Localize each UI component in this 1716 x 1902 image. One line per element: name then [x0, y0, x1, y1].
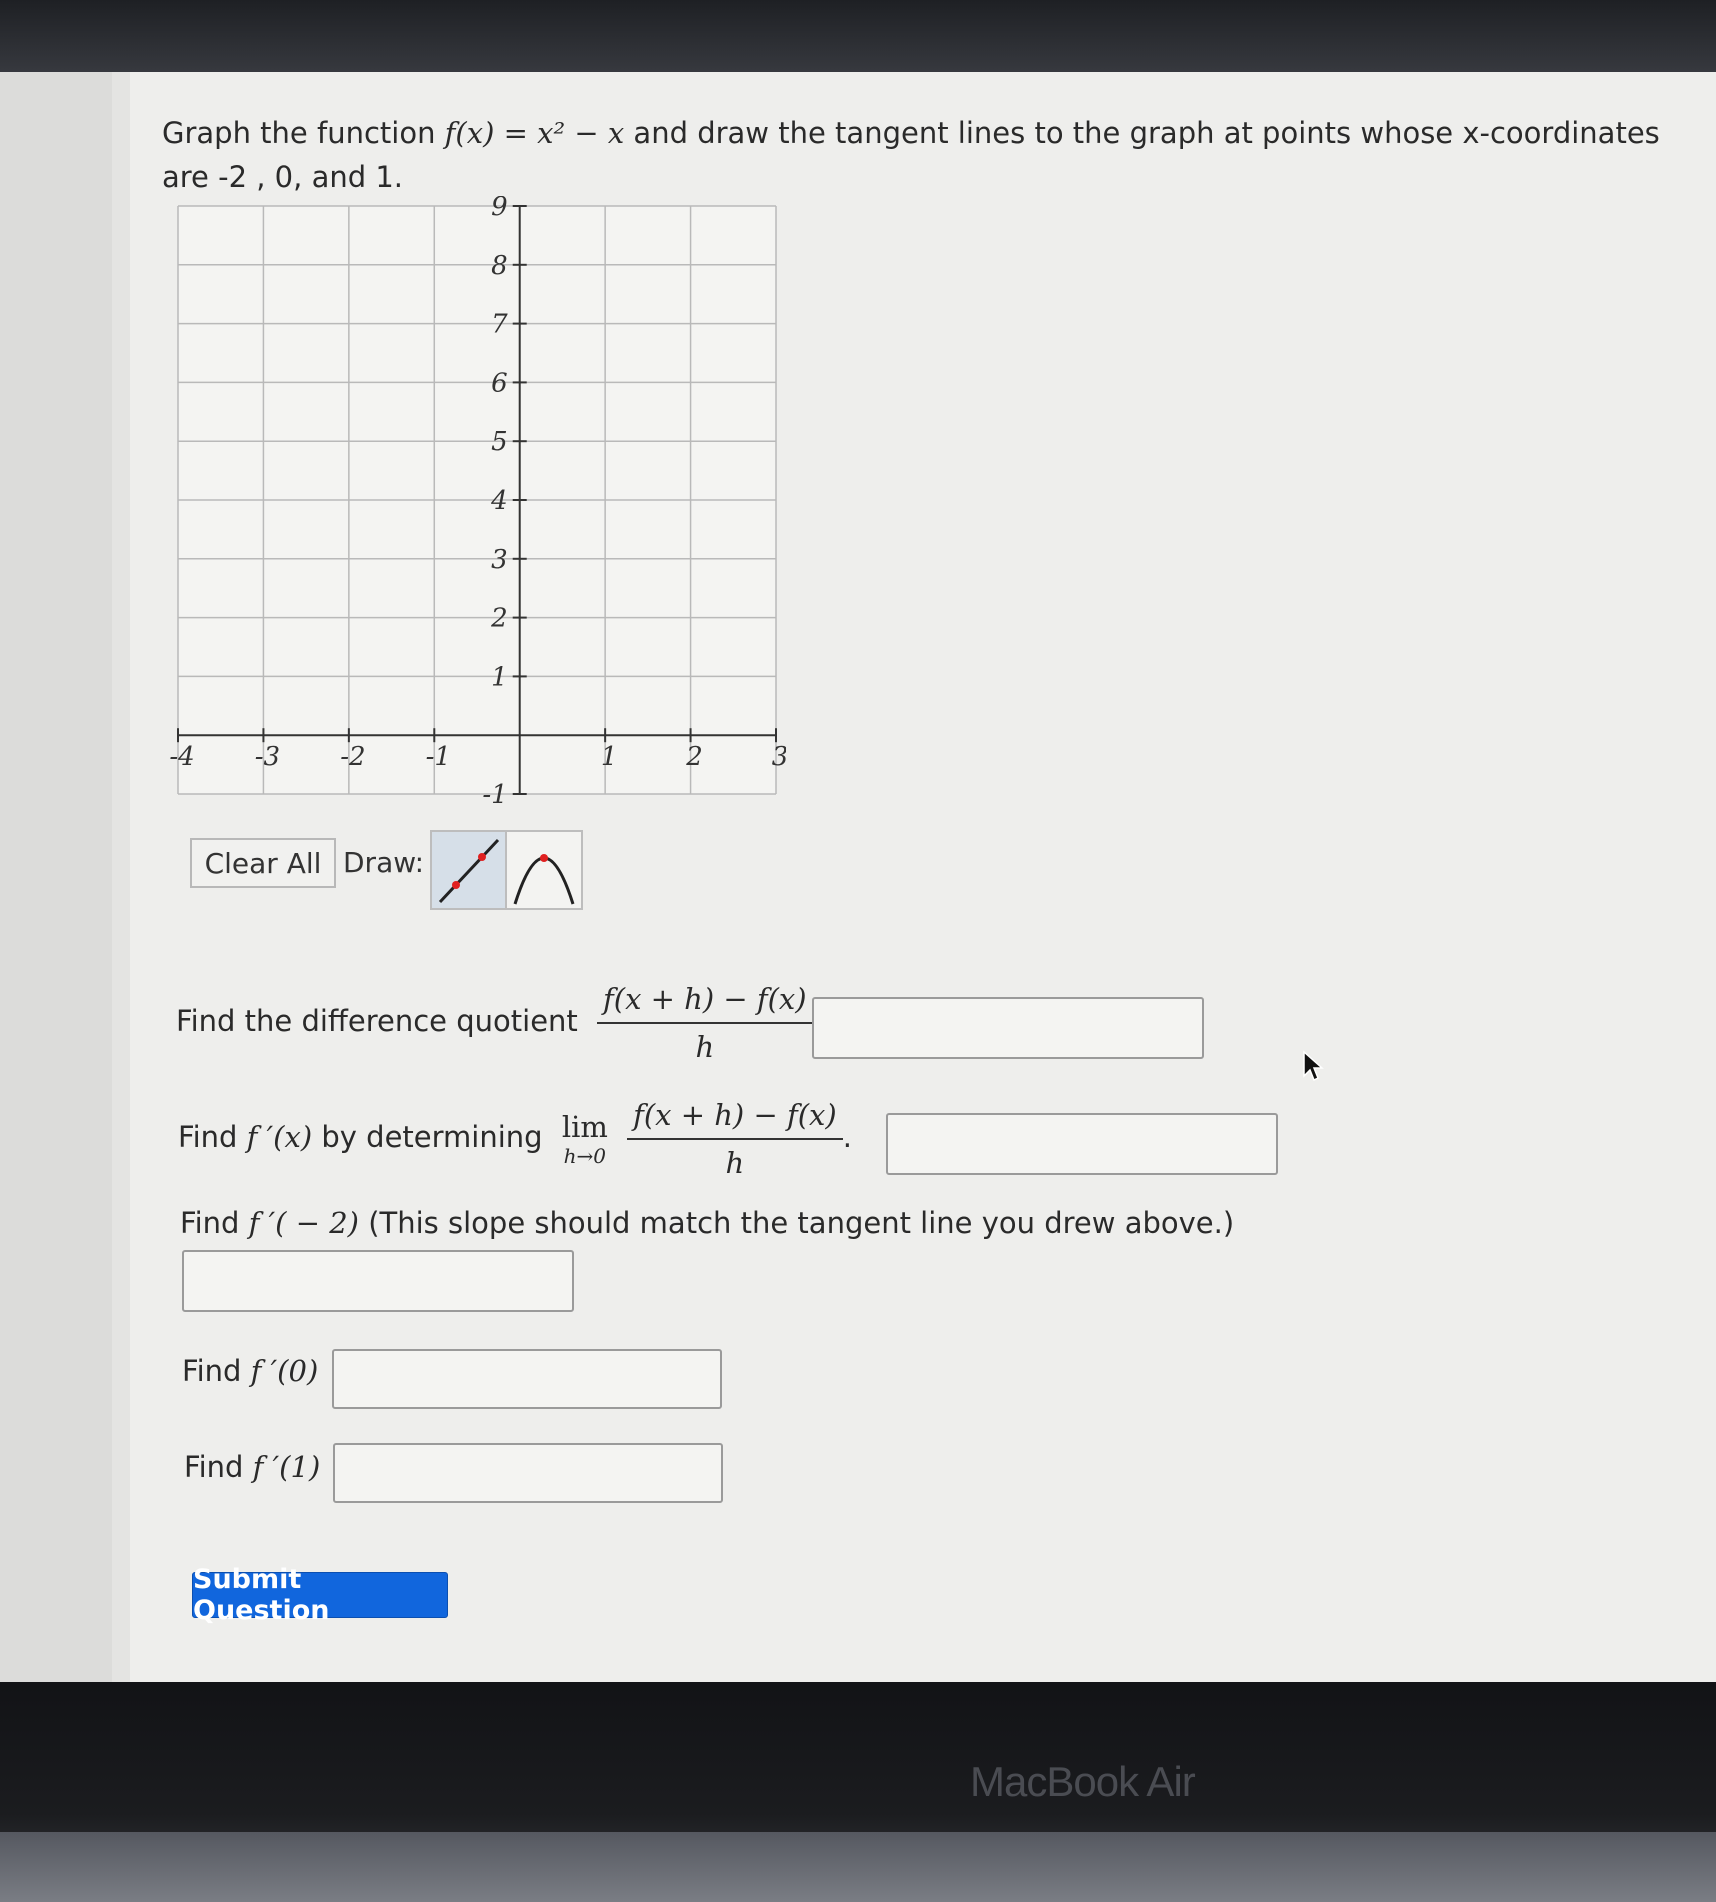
mouse-cursor-icon	[1302, 1050, 1324, 1086]
x-tick-label: 2	[685, 742, 703, 772]
derivative-input[interactable]	[886, 1113, 1278, 1175]
limit-subscript: h→0	[563, 1144, 607, 1168]
draw-label: Draw:	[343, 846, 425, 879]
y-tick-label: 5	[491, 427, 508, 457]
slope-at-one-row: Find f ′(1)	[184, 1450, 320, 1484]
limit-notation: lim h→0	[562, 1110, 608, 1168]
difference-quotient-row: Find the difference quotient f(x + h) − …	[176, 982, 813, 1064]
x-tick-label: -4	[169, 742, 194, 772]
x-tick-label: 3	[772, 742, 786, 772]
parabola-tool-icon	[513, 854, 575, 905]
find-label: Find	[178, 1120, 238, 1154]
x-tick-label: 1	[601, 742, 618, 772]
prompt-text-continued: and draw the tangent lines to the graph …	[633, 116, 1660, 150]
difference-quotient-fraction: f(x + h) − f(x) h	[597, 982, 813, 1064]
parabola-tool-button[interactable]	[505, 830, 583, 910]
slope-at-minus-two-row: Find f ′( − 2) (This slope should match …	[180, 1206, 1234, 1240]
y-tick-label: 1	[491, 662, 508, 692]
derivative-at-minus-two: f ′( − 2)	[248, 1206, 359, 1240]
device-label: MacBook Air	[970, 1758, 1196, 1805]
prompt-text: Graph the function	[162, 116, 436, 150]
difference-quotient-label: Find the difference quotient	[176, 1004, 578, 1038]
derivative-at-one: f ′(1)	[252, 1450, 321, 1484]
graph-canvas[interactable]: -4 -3 -2 -1 1 2 3 9 8 7 6 5 4 3 2 1 -1	[160, 196, 786, 822]
monitor-bottom-bezel: MacBook Air	[0, 1682, 1716, 1902]
difference-quotient-input[interactable]	[812, 997, 1204, 1059]
clear-all-button[interactable]: Clear All	[190, 838, 336, 888]
fraction-numerator: f(x + h) − f(x)	[627, 1098, 843, 1140]
derivative-limit-row: Find f ′(x) by determining lim h→0 f(x +…	[178, 1098, 852, 1180]
line-tool-icon	[438, 838, 500, 904]
prompt-function: f(x) = x² − x	[444, 116, 625, 150]
left-sidebar-strip	[0, 72, 130, 1682]
derivative-at-zero: f ′(0)	[250, 1354, 319, 1388]
submit-question-button[interactable]: Submit Question	[192, 1564, 448, 1626]
question-prompt: Graph the function f(x) = x² − x and dra…	[162, 116, 1660, 150]
x-tick-label: -2	[340, 742, 365, 772]
y-tick-label: 6	[491, 368, 508, 398]
slope-at-one-input[interactable]	[333, 1443, 723, 1503]
slope-at-zero-input[interactable]	[332, 1349, 722, 1409]
find-label: Find	[180, 1206, 240, 1240]
find-label: Find	[184, 1450, 244, 1484]
slope-at-zero-row: Find f ′(0)	[182, 1354, 318, 1388]
monitor-top-bezel	[0, 0, 1716, 82]
x-tick-label: -1	[426, 742, 451, 772]
x-tick-label: -3	[255, 742, 280, 772]
fraction-denominator: h	[725, 1146, 745, 1180]
y-tick-label: 4	[490, 486, 508, 516]
question-prompt-line2: are -2 , 0, and 1.	[162, 160, 404, 194]
y-tick-label: 3	[491, 545, 508, 575]
by-determining-label: by determining	[321, 1120, 543, 1154]
slope-at-minus-two-input[interactable]	[182, 1250, 574, 1312]
y-tick-label: 7	[491, 310, 508, 340]
monitor-hinge	[0, 1832, 1716, 1902]
limit-fraction: f(x + h) − f(x) h	[627, 1098, 843, 1180]
y-tick-label: 8	[491, 251, 508, 281]
fraction-numerator: f(x + h) − f(x)	[597, 982, 813, 1024]
derivative-notation: f ′(x)	[246, 1120, 313, 1154]
y-tick-label: 2	[490, 604, 508, 634]
line-tool-button[interactable]	[430, 830, 508, 910]
find-label: Find	[182, 1354, 242, 1388]
fraction-denominator: h	[695, 1030, 715, 1064]
period: .	[842, 1120, 852, 1154]
y-tick-label: -1	[482, 780, 507, 810]
slope-hint-text: (This slope should match the tangent lin…	[368, 1206, 1235, 1240]
limit-text: lim	[561, 1110, 608, 1144]
y-tick-label: 9	[491, 196, 508, 222]
